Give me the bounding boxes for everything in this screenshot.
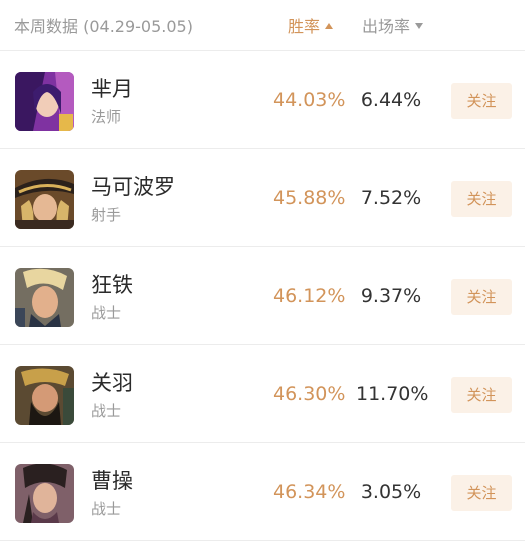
win-rate: 46.34% [273,481,346,503]
follow-button[interactable]: 关注 [451,377,512,413]
hero-row[interactable]: 马可波罗 射手 45.88% 7.52% 关注 [0,149,525,247]
hero-role: 战士 [91,304,122,322]
hero-name: 狂铁 [91,273,133,297]
pick-rate: 3.05% [360,481,422,503]
hero-row[interactable]: 关羽 战士 46.30% 11.70% 关注 [0,345,525,443]
follow-button[interactable]: 关注 [451,475,512,511]
hero-role: 战士 [91,402,122,420]
winrate-sort-label: 胜率 [288,17,321,36]
hero-role: 战士 [91,500,122,518]
win-rate: 46.30% [273,383,346,405]
hero-role: 射手 [91,206,122,224]
win-rate: 44.03% [273,89,346,111]
sort-by-winrate[interactable]: 胜率 [288,13,334,37]
hero-portrait [15,464,74,523]
hero-name: 关羽 [91,371,133,395]
hero-name: 曹操 [91,469,133,493]
pick-rate: 7.52% [360,187,422,209]
pick-rate: 6.44% [360,89,422,111]
week-range-title: 本周数据 (04.29-05.05) [14,17,193,36]
hero-portrait [15,170,74,229]
hero-row[interactable]: 芈月 法师 44.03% 6.44% 关注 [0,51,525,149]
hero-portrait [15,268,74,327]
pick-rate: 9.37% [360,285,422,307]
hero-row[interactable]: 狂铁 战士 46.12% 9.37% 关注 [0,247,525,345]
hero-name: 马可波罗 [91,175,175,199]
hero-portrait [15,72,74,131]
hero-row[interactable]: 曹操 战士 46.34% 3.05% 关注 [0,443,525,541]
sort-by-pickrate[interactable]: 出场率 [362,13,424,37]
hero-name: 芈月 [91,77,133,101]
pickrate-sort-label: 出场率 [362,17,411,36]
sort-ascending-icon [325,23,334,29]
follow-button[interactable]: 关注 [451,279,512,315]
hero-role: 法师 [91,108,122,126]
win-rate: 46.12% [273,285,346,307]
hero-portrait [15,366,74,425]
follow-button[interactable]: 关注 [451,83,512,119]
follow-button[interactable]: 关注 [451,181,512,217]
pick-rate: 11.70% [356,383,429,405]
win-rate: 45.88% [273,187,346,209]
sort-descending-icon [415,23,424,29]
stats-header: 本周数据 (04.29-05.05) 胜率 出场率 [0,0,525,51]
